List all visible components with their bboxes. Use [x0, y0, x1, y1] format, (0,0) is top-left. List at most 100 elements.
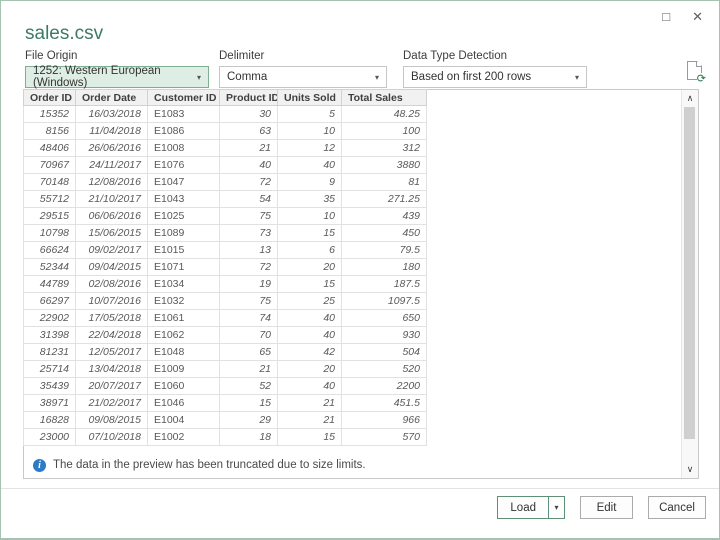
- table-row: 31398 22/04/2018 E1062 70 40 930: [23, 326, 427, 344]
- chevron-down-icon: ▾: [574, 72, 579, 82]
- table-cell: E1046: [147, 394, 220, 412]
- table-cell: 52344: [23, 258, 76, 276]
- table-cell: 73: [219, 224, 278, 242]
- table-row: 70967 24/11/2017 E1076 40 40 3880: [23, 156, 427, 174]
- table-cell: 29: [219, 411, 278, 429]
- table-cell: E1004: [147, 411, 220, 429]
- table-cell: 52: [219, 377, 278, 395]
- table-cell: 570: [341, 428, 427, 446]
- delimiter-select[interactable]: Comma ▾: [219, 66, 387, 88]
- table-cell: 520: [341, 360, 427, 378]
- table-header-row: Order ID Order Date Customer ID Product ID U…: [23, 89, 427, 106]
- table-cell: 70: [219, 326, 278, 344]
- table-cell: 30: [219, 105, 278, 123]
- refresh-arrows-icon: ⟳: [696, 72, 706, 85]
- csv-import-dialog: □ ✕ sales.csv File Origin 1252: Western …: [0, 0, 720, 540]
- table-cell: 09/04/2015: [75, 258, 148, 276]
- vertical-scrollbar[interactable]: ∧ ∨: [681, 90, 698, 478]
- table-cell: 25: [277, 292, 342, 310]
- close-icon[interactable]: ✕: [692, 10, 703, 23]
- table-cell: 09/08/2015: [75, 411, 148, 429]
- table-cell: 3880: [341, 156, 427, 174]
- table-row: 22902 17/05/2018 E1061 74 40 650: [23, 309, 427, 327]
- file-origin-select[interactable]: 1252: Western European (Windows) ▾: [25, 65, 209, 89]
- table-body: 15352 16/03/2018 E1083 30 5 48.25 8156 11/04/20…: [23, 105, 427, 446]
- refresh-preview-icon[interactable]: ⟳: [687, 61, 706, 84]
- table-row: 52344 09/04/2015 E1071 72 20 180: [23, 258, 427, 276]
- table-cell: E1008: [147, 139, 220, 157]
- table-cell: 65: [219, 343, 278, 361]
- table-cell: 20: [277, 360, 342, 378]
- dialog-buttons: Load ▾ Edit Cancel: [497, 496, 706, 519]
- table-cell: 44789: [23, 275, 76, 293]
- table-cell: 75: [219, 207, 278, 225]
- load-button[interactable]: Load: [498, 497, 548, 518]
- column-header: Total Sales: [341, 89, 427, 106]
- table-cell: 70967: [23, 156, 76, 174]
- table-cell: 20: [277, 258, 342, 276]
- page-fold-icon: [697, 61, 702, 66]
- table-cell: E1032: [147, 292, 220, 310]
- table-row: 48406 26/06/2016 E1008 21 12 312: [23, 139, 427, 157]
- delimiter-label: Delimiter: [219, 50, 265, 62]
- table-row: 23000 07/10/2018 E1002 18 15 570: [23, 428, 427, 446]
- table-cell: 21/10/2017: [75, 190, 148, 208]
- table-cell: 16/03/2018: [75, 105, 148, 123]
- table-cell: E1043: [147, 190, 220, 208]
- table-cell: 13/04/2018: [75, 360, 148, 378]
- data-type-detection-select[interactable]: Based on first 200 rows ▾: [403, 66, 587, 88]
- table-cell: 74: [219, 309, 278, 327]
- table-row: 66297 10/07/2016 E1032 75 25 1097.5: [23, 292, 427, 310]
- table-cell: 9: [277, 173, 342, 191]
- cancel-button[interactable]: Cancel: [648, 496, 706, 519]
- delimiter-value: Comma: [227, 71, 268, 83]
- table-cell: 42: [277, 343, 342, 361]
- table-row: 70148 12/08/2016 E1047 72 9 81: [23, 173, 427, 191]
- table-cell: 66297: [23, 292, 76, 310]
- table-cell: 21: [219, 139, 278, 157]
- table-cell: 19: [219, 275, 278, 293]
- table-cell: 20/07/2017: [75, 377, 148, 395]
- scrollbar-thumb[interactable]: [684, 107, 695, 439]
- table-row: 8156 11/04/2018 E1086 63 10 100: [23, 122, 427, 140]
- table-cell: E1060: [147, 377, 220, 395]
- table-cell: 70148: [23, 173, 76, 191]
- load-dropdown-icon[interactable]: ▾: [548, 497, 564, 518]
- table-cell: 40: [277, 309, 342, 327]
- scroll-down-icon[interactable]: ∨: [682, 461, 698, 478]
- table-cell: 10: [277, 207, 342, 225]
- column-header: Order ID: [23, 89, 76, 106]
- table-cell: 1097.5: [341, 292, 427, 310]
- table-cell: 55712: [23, 190, 76, 208]
- table-cell: E1089: [147, 224, 220, 242]
- table-cell: 22/04/2018: [75, 326, 148, 344]
- scroll-up-icon[interactable]: ∧: [682, 90, 698, 107]
- table-cell: 13: [219, 241, 278, 259]
- truncation-notice-text: The data in the preview has been truncat…: [53, 459, 366, 471]
- table-cell: E1034: [147, 275, 220, 293]
- table-cell: E1009: [147, 360, 220, 378]
- load-split-button: Load ▾: [497, 496, 565, 519]
- table-cell: E1025: [147, 207, 220, 225]
- table-cell: 12/05/2017: [75, 343, 148, 361]
- file-origin-label: File Origin: [25, 50, 78, 62]
- maximize-icon[interactable]: □: [662, 10, 670, 23]
- chevron-down-icon: ▾: [374, 72, 379, 82]
- table-cell: 930: [341, 326, 427, 344]
- table-row: 35439 20/07/2017 E1060 52 40 2200: [23, 377, 427, 395]
- table-cell: 15: [277, 428, 342, 446]
- table-cell: 40: [219, 156, 278, 174]
- data-type-detection-field: Data Type Detection Based on first 200 r…: [403, 50, 587, 88]
- table-row: 55712 21/10/2017 E1043 54 35 271.25: [23, 190, 427, 208]
- table-cell: 23000: [23, 428, 76, 446]
- table-cell: 11/04/2018: [75, 122, 148, 140]
- table-cell: E1076: [147, 156, 220, 174]
- data-type-detection-value: Based on first 200 rows: [411, 71, 532, 83]
- table-cell: 271.25: [341, 190, 427, 208]
- table-cell: 12/08/2016: [75, 173, 148, 191]
- table-cell: 40: [277, 326, 342, 344]
- edit-button[interactable]: Edit: [580, 496, 633, 519]
- data-preview-panel: Order ID Order Date Customer ID Product ID U…: [23, 89, 699, 479]
- table-row: 15352 16/03/2018 E1083 30 5 48.25: [23, 105, 427, 123]
- table-cell: 21/02/2017: [75, 394, 148, 412]
